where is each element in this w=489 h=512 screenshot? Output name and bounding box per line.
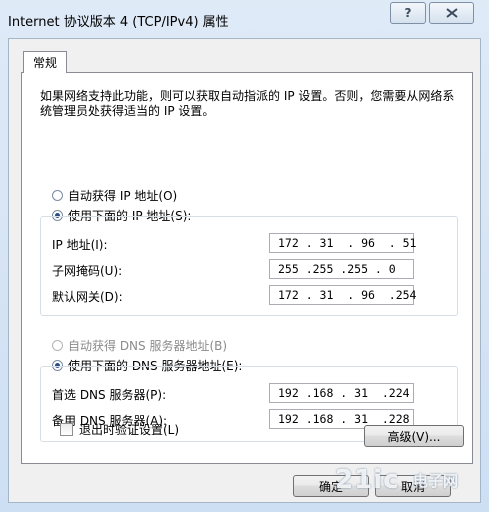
tab-general[interactable]: 常规 (23, 51, 67, 73)
dialog-client: 常规 如果网络支持此功能，则可以获取自动指派的 IP 设置。否则，您需要从网络系… (8, 38, 481, 503)
help-button[interactable]: ? (390, 2, 426, 24)
validate-on-exit-label: 退出时验证设置(L) (79, 423, 180, 437)
close-button[interactable] (429, 2, 474, 24)
preferred-dns-label: 首选 DNS 服务器(P): (52, 388, 167, 402)
help-icon: ? (404, 6, 412, 20)
validate-on-exit-checkbox[interactable] (60, 423, 73, 436)
radio-auto-dns[interactable]: 自动获得 DNS 服务器地址(B) (52, 337, 227, 354)
radio-auto-ip[interactable]: 自动获得 IP 地址(O) (52, 187, 177, 204)
advanced-button[interactable]: 高级(V)... (364, 425, 464, 447)
tab-general-label: 常规 (32, 56, 57, 70)
default-gateway-input[interactable]: 172 . 31 . 96 .254 (269, 285, 416, 305)
validate-on-exit[interactable]: 退出时验证设置(L) (60, 421, 179, 438)
radio-auto-ip-label: 自动获得 IP 地址(O) (68, 189, 178, 203)
subnet-mask-label: 子网掩码(U): (52, 264, 123, 278)
radio-auto-dns-indicator[interactable] (52, 340, 63, 351)
radio-auto-ip-indicator[interactable] (52, 190, 63, 201)
preferred-dns-input[interactable]: 192 .168 . 31 .224 (269, 383, 414, 403)
watermark-sub: 电子网 (413, 472, 459, 490)
subnet-mask-input[interactable]: 255 .255 .255 . 0 (269, 259, 414, 279)
watermark-logo: 21ic (335, 465, 400, 495)
radio-auto-dns-label: 自动获得 DNS 服务器地址(B) (68, 339, 228, 353)
dialog-window: Internet 协议版本 4 (TCP/IPv4) 属性 ? 常规 如果网络支… (0, 0, 489, 512)
close-icon (445, 8, 458, 18)
title-bar: Internet 协议版本 4 (TCP/IPv4) 属性 ? (0, 0, 489, 38)
general-panel: 如果网络支持此功能，则可以获取自动指派的 IP 设置。否则，您需要从网络系统管理… (21, 72, 473, 464)
ip-address-input[interactable]: 172 . 31 . 96 . 51 (269, 233, 416, 253)
ip-address-label: IP 地址(I): (52, 238, 108, 252)
window-title: Internet 协议版本 4 (TCP/IPv4) 属性 (8, 15, 229, 30)
default-gateway-label: 默认网关(D): (52, 290, 123, 304)
description-text: 如果网络支持此功能，则可以获取自动指派的 IP 设置。否则，您需要从网络系统管理… (40, 89, 455, 118)
